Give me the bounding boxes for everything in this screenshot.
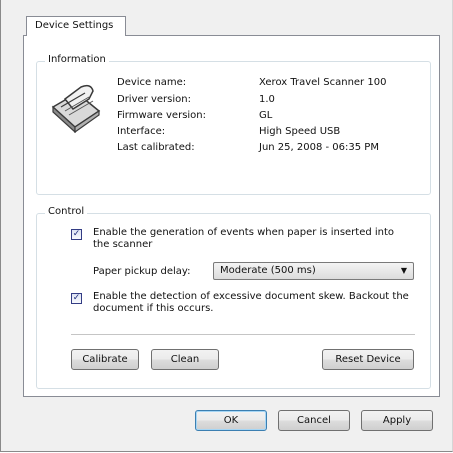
tab-label: Device Settings	[35, 20, 114, 31]
paper-pickup-delay-label: Paper pickup delay:	[93, 266, 191, 277]
events-checkbox[interactable]: ✓	[71, 229, 82, 240]
info-row-last-calibrated: Last calibrated: Jun 25, 2008 - 06:35 PM	[117, 142, 417, 156]
paper-pickup-delay-value: Moderate (500 ms)	[220, 265, 316, 276]
driver-version-label: Driver version:	[117, 94, 191, 105]
firmware-version-label: Firmware version:	[117, 110, 207, 121]
checkmark-icon: ✓	[72, 293, 81, 303]
apply-button[interactable]: Apply	[361, 410, 433, 431]
control-divider	[71, 334, 415, 335]
control-title: Control	[45, 206, 88, 217]
reset-device-button[interactable]: Reset Device	[322, 349, 414, 370]
info-row-device-name: Device name: Xerox Travel Scanner 100	[117, 77, 417, 91]
interface-label: Interface:	[117, 126, 166, 137]
info-row-driver-version: Driver version: 1.0	[117, 94, 417, 108]
interface-value: High Speed USB	[259, 126, 341, 137]
driver-version-value: 1.0	[259, 94, 275, 105]
cancel-button[interactable]: Cancel	[278, 410, 350, 431]
events-checkbox-label[interactable]: Enable the generation of events when pap…	[93, 227, 413, 251]
paper-pickup-delay-select[interactable]: Moderate (500 ms) ▼	[213, 262, 414, 280]
ok-button[interactable]: OK	[195, 410, 267, 431]
tab-panel: Information Device name: Xerox Travel Sc…	[23, 35, 440, 397]
chevron-down-icon[interactable]: ▼	[401, 266, 407, 275]
info-row-interface: Interface: High Speed USB	[117, 126, 417, 140]
checkmark-icon: ✓	[72, 229, 81, 239]
device-settings-dialog: Device Settings Information Device name:…	[0, 0, 453, 452]
last-calibrated-value: Jun 25, 2008 - 06:35 PM	[259, 142, 379, 153]
device-name-value: Xerox Travel Scanner 100	[259, 77, 387, 88]
scanner-icon	[51, 84, 101, 133]
information-title: Information	[45, 54, 109, 65]
firmware-version-value: GL	[259, 110, 273, 121]
device-name-label: Device name:	[117, 77, 187, 88]
calibrate-button[interactable]: Calibrate	[71, 349, 139, 370]
skew-checkbox[interactable]: ✓	[71, 293, 82, 304]
skew-checkbox-label[interactable]: Enable the detection of excessive docume…	[93, 291, 413, 315]
information-group: Information Device name: Xerox Travel Sc…	[36, 54, 431, 195]
control-group: Control ✓ Enable the generation of event…	[36, 206, 431, 389]
info-row-firmware-version: Firmware version: GL	[117, 110, 417, 124]
tab-device-settings[interactable]: Device Settings	[26, 16, 126, 36]
last-calibrated-label: Last calibrated:	[117, 142, 195, 153]
clean-button[interactable]: Clean	[151, 349, 219, 370]
